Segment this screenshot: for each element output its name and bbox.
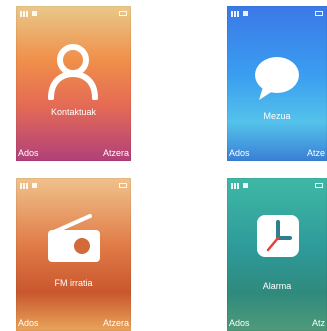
softkey-right[interactable]: Atzera — [103, 318, 129, 328]
status-bar — [231, 9, 323, 18]
phone-screen-fm-radio: FM irratia Ados Atzera — [16, 178, 131, 331]
status-bar — [20, 181, 127, 190]
softkey-left[interactable]: Ados — [18, 148, 39, 158]
signal-icon — [231, 182, 241, 189]
battery-icon — [315, 11, 323, 16]
status-bar — [231, 181, 323, 190]
phone-screen-messages: Mezua Ados Atze — [227, 6, 327, 161]
signal-icon — [20, 182, 30, 189]
battery-icon — [119, 11, 127, 16]
menu-label: FM irratia — [54, 278, 93, 288]
phone-screen-alarm: Alarma Ados Atz — [227, 178, 327, 331]
sim-icon — [32, 11, 37, 16]
softkey-right[interactable]: Atze — [307, 148, 325, 158]
sim-icon — [243, 11, 248, 16]
sim-icon — [243, 183, 248, 188]
softkey-right[interactable]: Atzera — [103, 148, 129, 158]
softkey-left[interactable]: Ados — [229, 318, 250, 328]
softkey-left[interactable]: Ados — [18, 318, 39, 328]
clock-icon — [257, 215, 299, 257]
battery-icon — [119, 183, 127, 188]
menu-label: Mezua — [263, 111, 291, 121]
phone-screen-contacts: Kontaktuak Ados Atzera — [16, 6, 131, 161]
signal-icon — [20, 10, 30, 17]
status-bar — [20, 9, 127, 18]
signal-icon — [231, 10, 241, 17]
radio-icon — [48, 214, 100, 262]
menu-label: Alarma — [262, 281, 292, 291]
battery-icon — [315, 183, 323, 188]
sim-icon — [32, 183, 37, 188]
menu-label: Kontaktuak — [50, 107, 97, 117]
person-icon — [48, 44, 98, 100]
softkey-left[interactable]: Ados — [229, 148, 250, 158]
softkey-right[interactable]: Atz — [312, 318, 325, 328]
speech-bubble-icon — [255, 57, 299, 100]
